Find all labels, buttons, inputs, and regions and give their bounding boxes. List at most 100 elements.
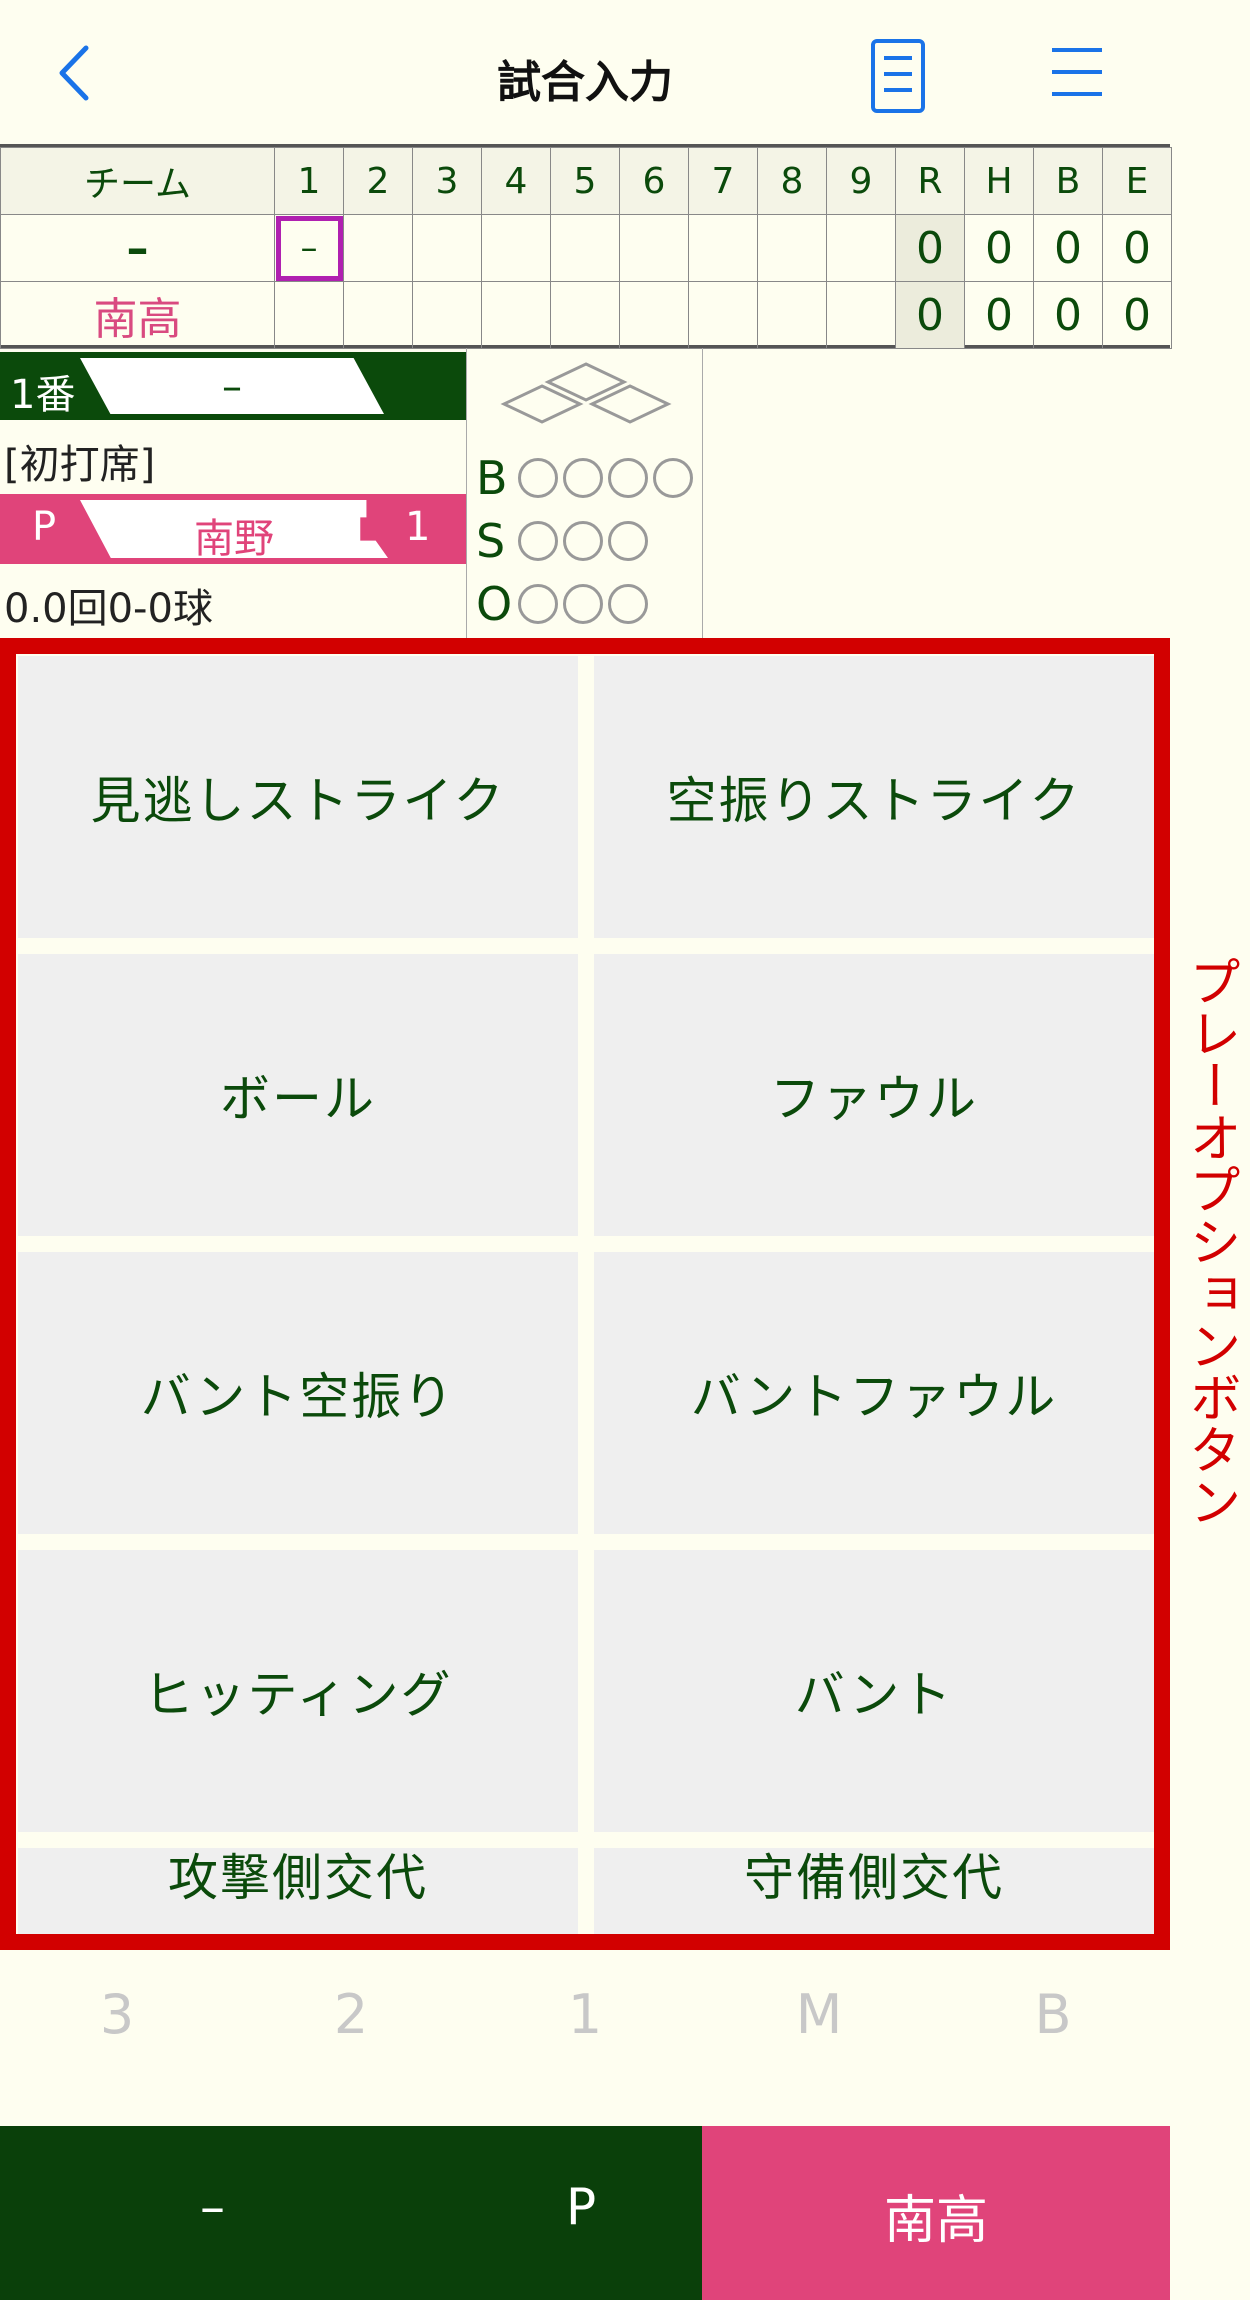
batter-name: – xyxy=(222,364,242,410)
strike-dot-icon xyxy=(563,521,603,561)
out-dot-icon xyxy=(518,584,558,624)
ball-dot-icon xyxy=(608,458,648,498)
page-title: 試合入力 xyxy=(497,57,673,108)
inning-header: 4 xyxy=(481,147,551,215)
inning-cell[interactable] xyxy=(412,281,482,349)
defense-substitution-button[interactable]: 守備側交代 xyxy=(594,1848,1154,1934)
runs-cell: 0 xyxy=(895,281,965,349)
bases-diamond-icon xyxy=(500,362,672,424)
inning-cell[interactable] xyxy=(688,281,758,349)
defense-team-name: 南高 xyxy=(883,2191,988,2251)
position-m[interactable]: M xyxy=(702,1960,936,2070)
inning-header: 3 xyxy=(412,147,482,215)
scoreboard-row-home: 南高 0 0 0 0 xyxy=(0,281,1172,349)
position-3b[interactable]: 3 xyxy=(0,1960,234,2070)
batter-order: 1番 xyxy=(10,372,76,418)
team-name-away: – xyxy=(0,214,275,282)
count-column: B S O xyxy=(466,348,703,638)
inning-header: 9 xyxy=(826,147,896,215)
hits-header: H xyxy=(964,147,1034,215)
inning-cell[interactable] xyxy=(826,214,896,282)
errors-header: E xyxy=(1102,147,1172,215)
bases-header: B xyxy=(1033,147,1103,215)
hits-cell: 0 xyxy=(964,281,1034,349)
inning-cell[interactable] xyxy=(826,281,896,349)
inning-cell[interactable] xyxy=(619,281,689,349)
inning-cell[interactable] xyxy=(688,214,758,282)
strike-dot-icon xyxy=(608,521,648,561)
bunt-miss-button[interactable]: バント空振り xyxy=(18,1252,578,1534)
document-icon xyxy=(871,39,925,113)
position-2b[interactable]: 2 xyxy=(234,1960,468,2070)
inning-header: 8 xyxy=(757,147,827,215)
team-header: チーム xyxy=(0,147,275,215)
scoreboard: チーム 1 2 3 4 5 6 7 8 9 R H B E – – 0 0 0 … xyxy=(0,144,1172,349)
ball-dot-icon xyxy=(518,458,558,498)
out-dot-icon xyxy=(608,584,648,624)
scoreboard-row-away: – – 0 0 0 0 xyxy=(0,214,1172,282)
scoreboard-table: チーム 1 2 3 4 5 6 7 8 9 R H B E – – 0 0 0 … xyxy=(0,147,1172,349)
offense-team-name: – xyxy=(200,2178,225,2236)
offense-team-tab[interactable]: – P xyxy=(0,2126,702,2300)
bases-cell: 0 xyxy=(1033,281,1103,349)
inning-header: 6 xyxy=(619,147,689,215)
ball-button[interactable]: ボール xyxy=(18,954,578,1236)
position-1b[interactable]: 1 xyxy=(468,1960,702,2070)
bases-cell: 0 xyxy=(1033,214,1103,282)
position-selector: 3 2 1 M B xyxy=(0,1960,1170,2070)
inning-header: 7 xyxy=(688,147,758,215)
inning-cell[interactable] xyxy=(481,214,551,282)
inning-header: 5 xyxy=(550,147,620,215)
menu-button[interactable] xyxy=(1050,44,1104,100)
errors-cell: 0 xyxy=(1102,281,1172,349)
inning-header: 1 xyxy=(274,147,344,215)
out-count-row: O xyxy=(476,574,653,634)
strike-label: S xyxy=(476,514,506,568)
inning-cell[interactable] xyxy=(481,281,551,349)
play-options-annotation: プレーオプションボタン xyxy=(1180,955,1240,1527)
inning-cell[interactable] xyxy=(757,281,827,349)
batter-pitcher-column: 1番 – [初打席] P 南野 1 0.0回0-0球 xyxy=(0,348,467,638)
strike-count-row: S xyxy=(476,511,653,571)
scoreboard-header-row: チーム 1 2 3 4 5 6 7 8 9 R H B E xyxy=(0,147,1172,215)
hamburger-menu-icon xyxy=(1052,48,1102,96)
inning-cell[interactable] xyxy=(550,214,620,282)
errors-cell: 0 xyxy=(1102,214,1172,282)
header: 試合入力 xyxy=(0,0,1170,145)
strike-dot-icon xyxy=(518,521,558,561)
batter-bar[interactable]: 1番 – xyxy=(0,352,466,420)
inning-cell[interactable] xyxy=(412,214,482,282)
pitcher-bar[interactable]: P 南野 1 xyxy=(0,494,466,564)
offense-substitution-button[interactable]: 攻撃側交代 xyxy=(18,1848,578,1934)
position-b[interactable]: B xyxy=(936,1960,1170,2070)
bunt-button[interactable]: バント xyxy=(594,1550,1154,1832)
swinging-strike-button[interactable]: 空振りストライク xyxy=(594,656,1154,938)
play-options-panel: 見逃しストライク 空振りストライク ボール ファウル バント空振り バントファウ… xyxy=(0,638,1170,1950)
offense-position: P xyxy=(566,2178,597,2236)
inning-cell[interactable] xyxy=(343,214,413,282)
inning-cell[interactable] xyxy=(343,281,413,349)
situation-panel: 1番 – [初打席] P 南野 1 0.0回0-0球 B S O xyxy=(0,348,1170,638)
ball-count-row: B xyxy=(476,448,698,508)
called-strike-button[interactable]: 見逃しストライク xyxy=(18,656,578,938)
runs-cell: 0 xyxy=(895,214,965,282)
pitcher-number: 1 xyxy=(405,504,431,550)
foul-button[interactable]: ファウル xyxy=(594,954,1154,1236)
inning-cell[interactable] xyxy=(619,214,689,282)
bottom-team-bar: – P 南高 xyxy=(0,2126,1170,2300)
bunt-foul-button[interactable]: バントファウル xyxy=(594,1252,1154,1534)
defense-team-tab[interactable]: 南高 xyxy=(702,2126,1170,2300)
ball-dot-icon xyxy=(653,458,693,498)
inning-cell-current[interactable]: – xyxy=(274,214,344,282)
inning-cell[interactable] xyxy=(274,281,344,349)
out-dot-icon xyxy=(563,584,603,624)
pitcher-position: P xyxy=(32,504,57,550)
scorebook-button[interactable] xyxy=(868,36,928,116)
pitcher-stats: 0.0回0-0球 xyxy=(4,586,213,632)
app-root: 試合入力 チーム 1 2 3 4 5 6 7 8 9 R H B E – – 0… xyxy=(0,0,1172,2300)
hitting-button[interactable]: ヒッティング xyxy=(18,1550,578,1832)
runs-header: R xyxy=(895,147,965,215)
inning-cell[interactable] xyxy=(550,281,620,349)
inning-cell[interactable] xyxy=(757,214,827,282)
inning-header: 2 xyxy=(343,147,413,215)
